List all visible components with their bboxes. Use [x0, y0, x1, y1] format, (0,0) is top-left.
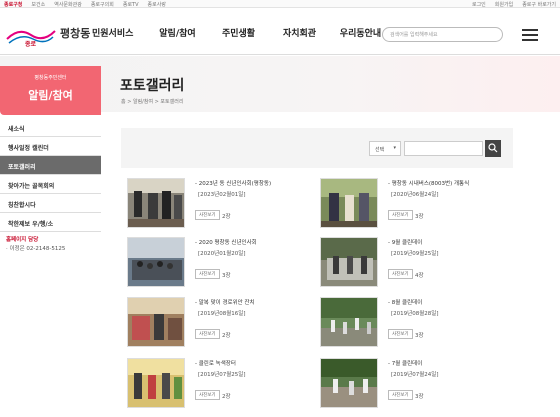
- sidebar-item[interactable]: 새소식: [0, 118, 101, 137]
- item-title: 9월 클린데이: [391, 240, 423, 246]
- gallery-item[interactable]: - 7월 클린데이 [2019년07월24일] 사진보기 3장: [320, 358, 510, 413]
- view-photos-badge[interactable]: 사진보기: [388, 269, 413, 279]
- sidebar-item[interactable]: 찾아가는 골목회의: [0, 175, 101, 194]
- sidebar-item[interactable]: 칭찬합시다: [0, 194, 101, 213]
- sidebar-item-active[interactable]: 포토갤러리: [0, 156, 101, 175]
- gallery-item[interactable]: - 8월 클린데이 [2019년08월28일] 사진보기 3장: [320, 297, 510, 352]
- photo-thumbnail[interactable]: [127, 297, 185, 347]
- util-link[interactable]: 종로구청: [4, 1, 22, 8]
- item-date: [2020년06월24일]: [391, 192, 439, 198]
- sidebar-menu: 새소식 행사일정 캘린더 포토갤러리 찾아가는 골목회의 칭찬합시다 착한제보 …: [0, 118, 101, 232]
- util-link[interactable]: 역사문화관광: [54, 1, 82, 8]
- item-title: 2020 평창동 신년인사회: [198, 240, 257, 246]
- photo-thumbnail[interactable]: [127, 178, 185, 228]
- photo-thumbnail[interactable]: [320, 297, 378, 347]
- chevron-down-icon: ▾: [393, 145, 396, 151]
- contact-info: 홈페이지 담당 · 이정은 02-2148-5125: [6, 236, 65, 254]
- gallery-item[interactable]: - 2023년 동 신년인사회(평창동) [2023년02월01일] 사진보기 …: [127, 178, 317, 233]
- main-nav: 민원서비스 알림/참여 주민생활 자치회관 우리동안내: [92, 26, 391, 39]
- gallery-item[interactable]: - 평창동 시내버스(8003번) 개통식 [2020년06월24일] 사진보기…: [320, 178, 510, 233]
- signup-link[interactable]: 회원가입: [495, 1, 513, 8]
- utility-bar: 종로구청 보건소 역사문화관광 종로구의회 종로TV 종로사랑 로그인 회원가입…: [0, 0, 560, 8]
- item-title: 7월 클린데이: [391, 361, 423, 367]
- photo-thumbnail[interactable]: [320, 178, 378, 228]
- view-photos-badge[interactable]: 사진보기: [195, 269, 220, 279]
- item-title: 평창동 시내버스(8003번) 개통식: [391, 181, 470, 187]
- view-photos-badge[interactable]: 사진보기: [195, 210, 220, 220]
- item-title: 클린로 녹색장터: [198, 361, 236, 367]
- photo-count: 2장: [222, 214, 231, 220]
- search-icon: [488, 143, 498, 153]
- gallery-item[interactable]: - 클린로 녹색장터 [2019년07월25일] 사진보기 2장: [127, 358, 317, 413]
- view-photos-badge[interactable]: 사진보기: [388, 390, 413, 400]
- logo-text: 종로: [25, 40, 37, 47]
- item-date: [2019년08월16일]: [198, 311, 246, 317]
- item-title: 8월 클린데이: [391, 300, 423, 306]
- photo-count: 3장: [222, 273, 231, 279]
- sidebar-subtitle: 평창동주민센터: [34, 75, 67, 81]
- util-link[interactable]: 종로TV: [123, 1, 139, 8]
- item-date: [2019년08월28일]: [391, 311, 439, 317]
- item-title: 2023년 동 신년인사회(평창동): [198, 181, 272, 187]
- sidebar-item[interactable]: 행사일정 캘린더: [0, 137, 101, 156]
- nav-item[interactable]: 민원서비스: [92, 26, 147, 39]
- photo-count: 3장: [415, 214, 424, 220]
- view-photos-badge[interactable]: 사진보기: [388, 210, 413, 220]
- item-date: [2019년09월25일]: [391, 251, 439, 257]
- photo-count: 3장: [415, 394, 424, 400]
- site-header: 종로 평창동 민원서비스 알림/참여 주민생활 자치회관 우리동안내 검색어를 …: [0, 9, 560, 55]
- sidebar-title-box: 평창동주민센터 알림/참여: [0, 66, 101, 115]
- breadcrumb: 홈 > 알림/참여 > 포토갤러리: [121, 99, 184, 105]
- photo-thumbnail[interactable]: [320, 358, 378, 408]
- photo-count: 2장: [222, 394, 231, 400]
- dong-name[interactable]: 평창동: [60, 25, 90, 41]
- photo-thumbnail[interactable]: [127, 237, 185, 287]
- header-search-input[interactable]: 검색어를 입력해주세요: [382, 27, 503, 42]
- sidebar-title: 알림/참여: [28, 89, 73, 102]
- item-title: 말복 맞이 경로위안 잔치: [198, 300, 255, 306]
- page-title: 포토갤러리: [120, 78, 185, 94]
- photo-count: 4장: [415, 273, 424, 279]
- util-link[interactable]: 종로사랑: [148, 1, 166, 8]
- gallery-item[interactable]: - 9월 클린데이 [2019년09월25일] 사진보기 4장: [320, 237, 510, 292]
- view-photos-badge[interactable]: 사진보기: [195, 390, 220, 400]
- search-filter-bar: 선택 ▾: [121, 128, 513, 168]
- nav-item[interactable]: 자치회관: [269, 26, 330, 39]
- photo-count: 2장: [222, 333, 231, 339]
- item-date: [2023년02월01일]: [198, 192, 246, 198]
- hamburger-menu-icon[interactable]: [522, 26, 538, 41]
- util-link[interactable]: 종로구의회: [91, 1, 114, 8]
- item-date: [2020년01월20일]: [198, 251, 246, 257]
- login-link[interactable]: 로그인: [472, 1, 486, 8]
- category-select[interactable]: 선택 ▾: [369, 141, 401, 156]
- util-link[interactable]: 보건소: [31, 1, 45, 8]
- item-date: [2019년07월25일]: [198, 372, 246, 378]
- shortcut-link[interactable]: 종로구 바로가기: [522, 1, 556, 8]
- gallery-item[interactable]: - 2020 평창동 신년인사회 [2020년01월20일] 사진보기 3장: [127, 237, 317, 292]
- nav-item[interactable]: 주민생활: [208, 26, 269, 39]
- view-photos-badge[interactable]: 사진보기: [388, 329, 413, 339]
- contact-person: · 이정은 02-2148-5125: [6, 246, 66, 252]
- gallery-item[interactable]: - 말복 맞이 경로위안 잔치 [2019년08월16일] 사진보기 2장: [127, 297, 317, 352]
- photo-thumbnail[interactable]: [127, 358, 185, 408]
- search-button[interactable]: [485, 140, 501, 157]
- item-date: [2019년07월24일]: [391, 372, 439, 378]
- jongno-logo[interactable]: 종로: [5, 23, 57, 47]
- photo-count: 3장: [415, 333, 424, 339]
- contact-title: 홈페이지 담당: [6, 237, 39, 243]
- photo-thumbnail[interactable]: [320, 237, 378, 287]
- nav-item[interactable]: 알림/참여: [147, 26, 208, 39]
- view-photos-badge[interactable]: 사진보기: [195, 329, 220, 339]
- keyword-input[interactable]: [404, 141, 483, 156]
- sidebar-item[interactable]: 착한제보 우/행/소: [0, 213, 101, 232]
